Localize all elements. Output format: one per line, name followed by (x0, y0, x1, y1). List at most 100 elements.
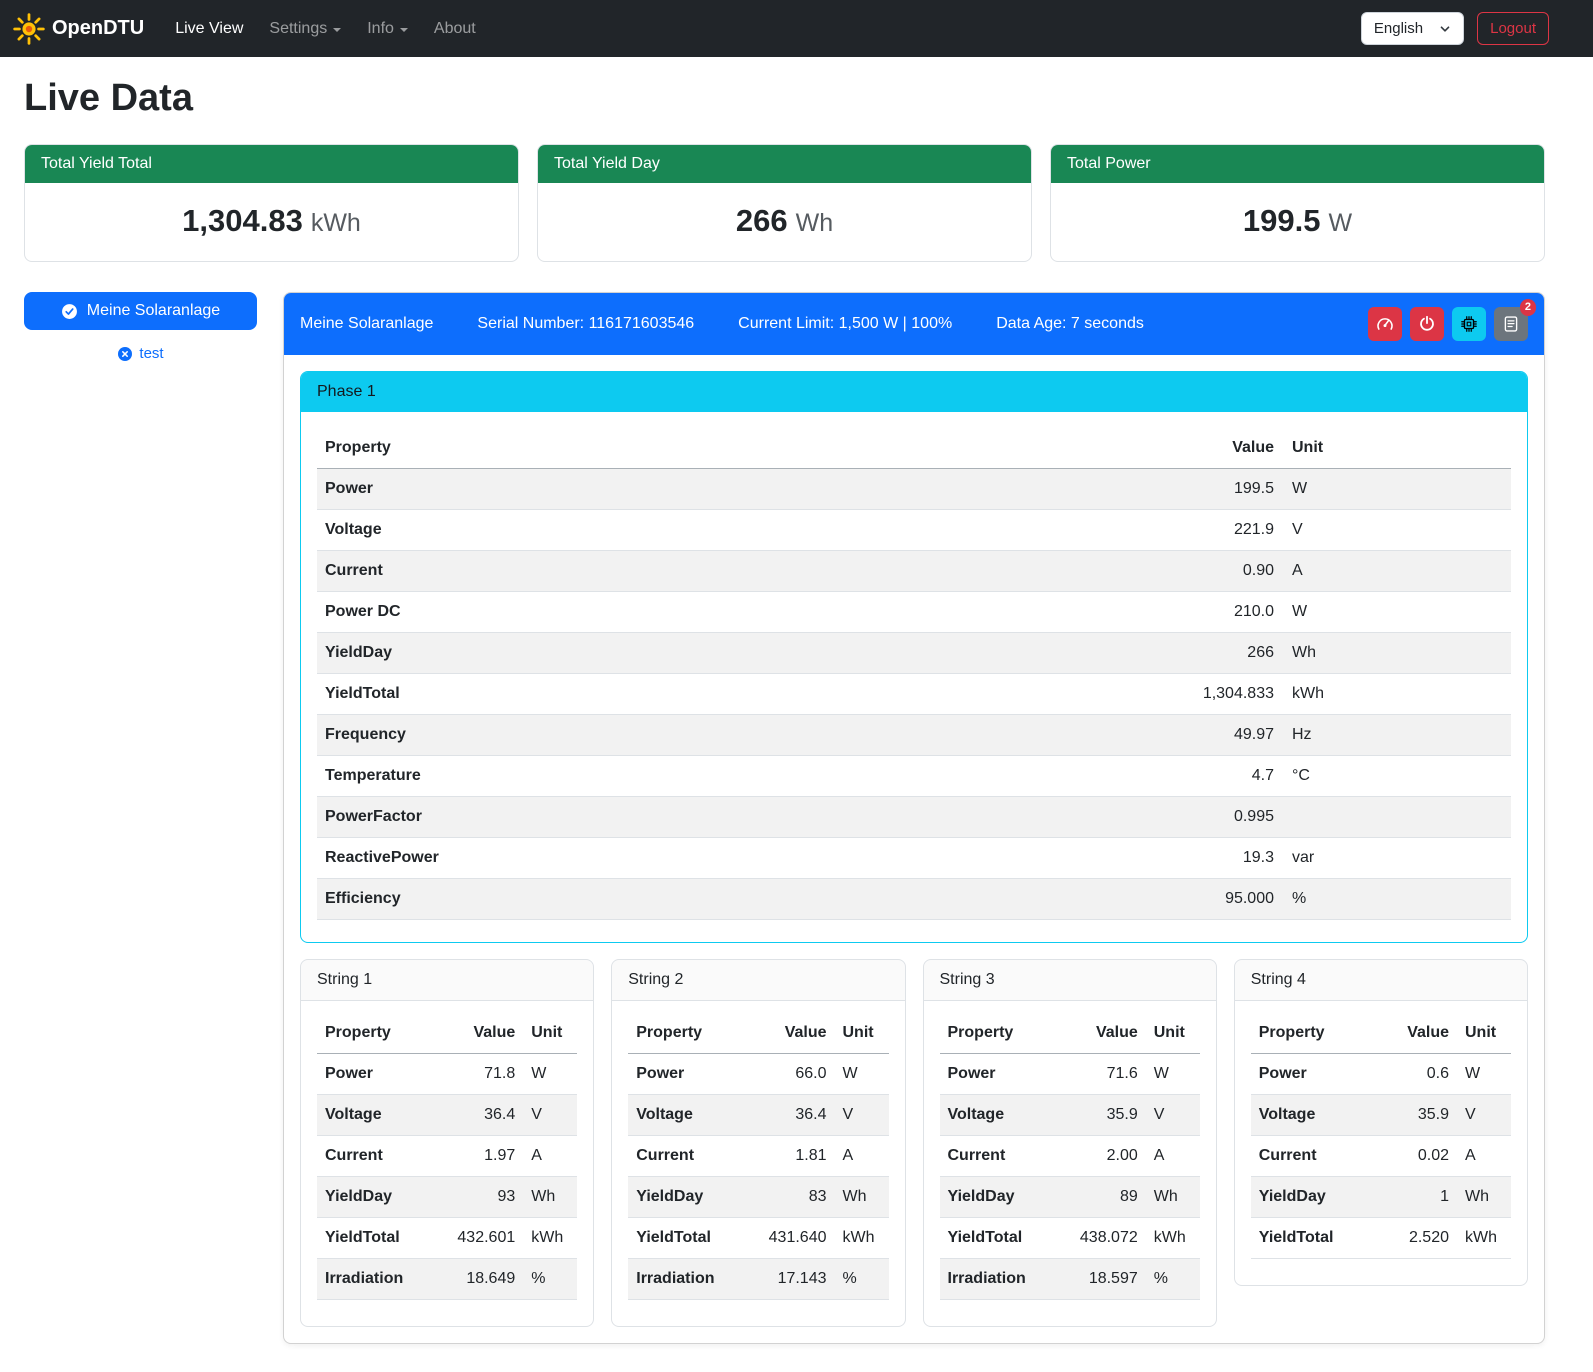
phase-body: Property Value Unit Power199.5WVoltage22… (301, 412, 1527, 942)
cpu-icon (1460, 315, 1478, 333)
nav-item-about[interactable]: About (421, 12, 489, 46)
table-cell-unit: W (1282, 469, 1511, 510)
col-property: Property (317, 1013, 433, 1054)
table-row: PowerFactor0.995 (317, 797, 1511, 838)
chevron-down-icon (333, 28, 341, 32)
table-cell-prop: YieldDay (317, 1177, 433, 1218)
table-cell-val: 18.649 (433, 1259, 524, 1300)
string-card-1: String 1 Property Value Unit Power71.8WV… (300, 959, 594, 1327)
table-header-row: Property Value Unit (1251, 1013, 1511, 1054)
card-header: Total Yield Day (538, 145, 1031, 183)
table-cell-prop: ReactivePower (317, 838, 894, 879)
table-cell-prop: Power (940, 1054, 1056, 1095)
logout-button[interactable]: Logout (1477, 12, 1549, 45)
col-unit: Unit (1146, 1013, 1200, 1054)
table-row: Efficiency95.000% (317, 879, 1511, 920)
inverter-name: Meine Solaranlage (300, 315, 433, 333)
table-row: YieldTotal2.520kWh (1251, 1218, 1511, 1259)
string-card-4: String 4 Property Value Unit Power0.6WVo… (1234, 959, 1528, 1286)
table-cell-unit: V (1146, 1095, 1200, 1136)
table-cell-prop: YieldTotal (628, 1218, 744, 1259)
lower-layout: Meine Solaranlage test Meine Solaranlage… (24, 292, 1545, 1344)
card-body: 199.5W (1051, 183, 1544, 261)
table-row: Irradiation17.143% (628, 1259, 888, 1300)
serial-number: Serial Number: 116171603546 (477, 315, 694, 333)
inverter-header-actions: 2 (1368, 307, 1528, 341)
table-cell-unit (1282, 797, 1511, 838)
table-cell-unit: W (523, 1054, 577, 1095)
brand-logo[interactable]: OpenDTU (12, 12, 144, 46)
table-cell-val: 431.640 (744, 1218, 835, 1259)
device-info-button[interactable] (1452, 307, 1486, 341)
table-row: ReactivePower19.3var (317, 838, 1511, 879)
col-unit: Unit (835, 1013, 889, 1054)
table-cell-val: 0.90 (894, 551, 1282, 592)
table-cell-unit: W (1282, 592, 1511, 633)
table-cell-unit: V (523, 1095, 577, 1136)
table-cell-prop: Power (1251, 1054, 1377, 1095)
table-row: Frequency49.97Hz (317, 715, 1511, 756)
x-circle-icon (117, 346, 133, 362)
nav-item-info[interactable]: Info (354, 12, 421, 46)
card-body: 266Wh (538, 183, 1031, 261)
nav-item-live-view[interactable]: Live View (162, 12, 256, 46)
language-select[interactable]: English (1361, 12, 1464, 45)
table-cell-prop: YieldTotal (317, 674, 894, 715)
table-row: Power199.5W (317, 469, 1511, 510)
table-cell-prop: Voltage (317, 510, 894, 551)
table-cell-val: 36.4 (744, 1095, 835, 1136)
table-cell-val: 89 (1055, 1177, 1146, 1218)
table-header-row: Property Value Unit (628, 1013, 888, 1054)
table-cell-val: 438.072 (1055, 1218, 1146, 1259)
table-cell-unit: °C (1282, 756, 1511, 797)
table-cell-prop: Power (317, 1054, 433, 1095)
table-cell-val: 2.00 (1055, 1136, 1146, 1177)
table-cell-prop: YieldTotal (940, 1218, 1056, 1259)
table-cell-val: 66.0 (744, 1054, 835, 1095)
sidebar-item-test[interactable]: test (24, 345, 257, 362)
table-cell-unit: kWh (835, 1218, 889, 1259)
table-cell-val: 4.7 (894, 756, 1282, 797)
table-row: Power DC210.0W (317, 592, 1511, 633)
table-cell-prop: Current (628, 1136, 744, 1177)
table-cell-val: 0.02 (1377, 1136, 1457, 1177)
power-toggle-button[interactable] (1410, 307, 1444, 341)
table-cell-prop: YieldTotal (317, 1218, 433, 1259)
table-cell-unit: % (523, 1259, 577, 1300)
string-table: Property Value Unit Power71.6WVoltage35.… (940, 1013, 1200, 1300)
table-cell-prop: Current (940, 1136, 1056, 1177)
table-row: Power66.0W (628, 1054, 888, 1095)
table-cell-unit: V (1457, 1095, 1511, 1136)
table-cell-unit: A (1282, 551, 1511, 592)
inverter-select-button[interactable]: Meine Solaranlage (24, 292, 257, 330)
table-row: Power71.6W (940, 1054, 1200, 1095)
table-cell-prop: Power (628, 1054, 744, 1095)
table-cell-val: 95.000 (894, 879, 1282, 920)
table-cell-prop: Current (317, 551, 894, 592)
table-row: Current1.81A (628, 1136, 888, 1177)
table-cell-unit: A (1146, 1136, 1200, 1177)
event-count-badge: 2 (1520, 299, 1536, 316)
inverter-card-header: Meine Solaranlage Serial Number: 1161716… (284, 293, 1544, 355)
event-log-button[interactable]: 2 (1494, 307, 1528, 341)
table-cell-val: 1.81 (744, 1136, 835, 1177)
table-cell-prop: YieldDay (628, 1177, 744, 1218)
table-cell-unit: % (1282, 879, 1511, 920)
table-row: YieldTotal438.072kWh (940, 1218, 1200, 1259)
phase-panel: Phase 1 Property Value Unit Power199.5WV… (300, 371, 1528, 943)
table-cell-unit: % (1146, 1259, 1200, 1300)
card-value: 199.5 (1243, 203, 1321, 238)
table-cell-prop: Irradiation (940, 1259, 1056, 1300)
col-value: Value (1055, 1013, 1146, 1054)
table-cell-prop: Efficiency (317, 879, 894, 920)
table-cell-unit: Wh (1282, 633, 1511, 674)
page-content: Live Data Total Yield Total 1,304.83kWh … (0, 57, 1593, 1372)
nav-item-settings[interactable]: Settings (256, 12, 354, 46)
table-cell-unit: % (835, 1259, 889, 1300)
string-card-body: Property Value Unit Power71.8WVoltage36.… (301, 1001, 593, 1326)
table-row: YieldDay89Wh (940, 1177, 1200, 1218)
limit-settings-button[interactable] (1368, 307, 1402, 341)
string-card-title: String 2 (612, 960, 904, 1001)
table-row: YieldDay266Wh (317, 633, 1511, 674)
table-cell-val: 1,304.833 (894, 674, 1282, 715)
